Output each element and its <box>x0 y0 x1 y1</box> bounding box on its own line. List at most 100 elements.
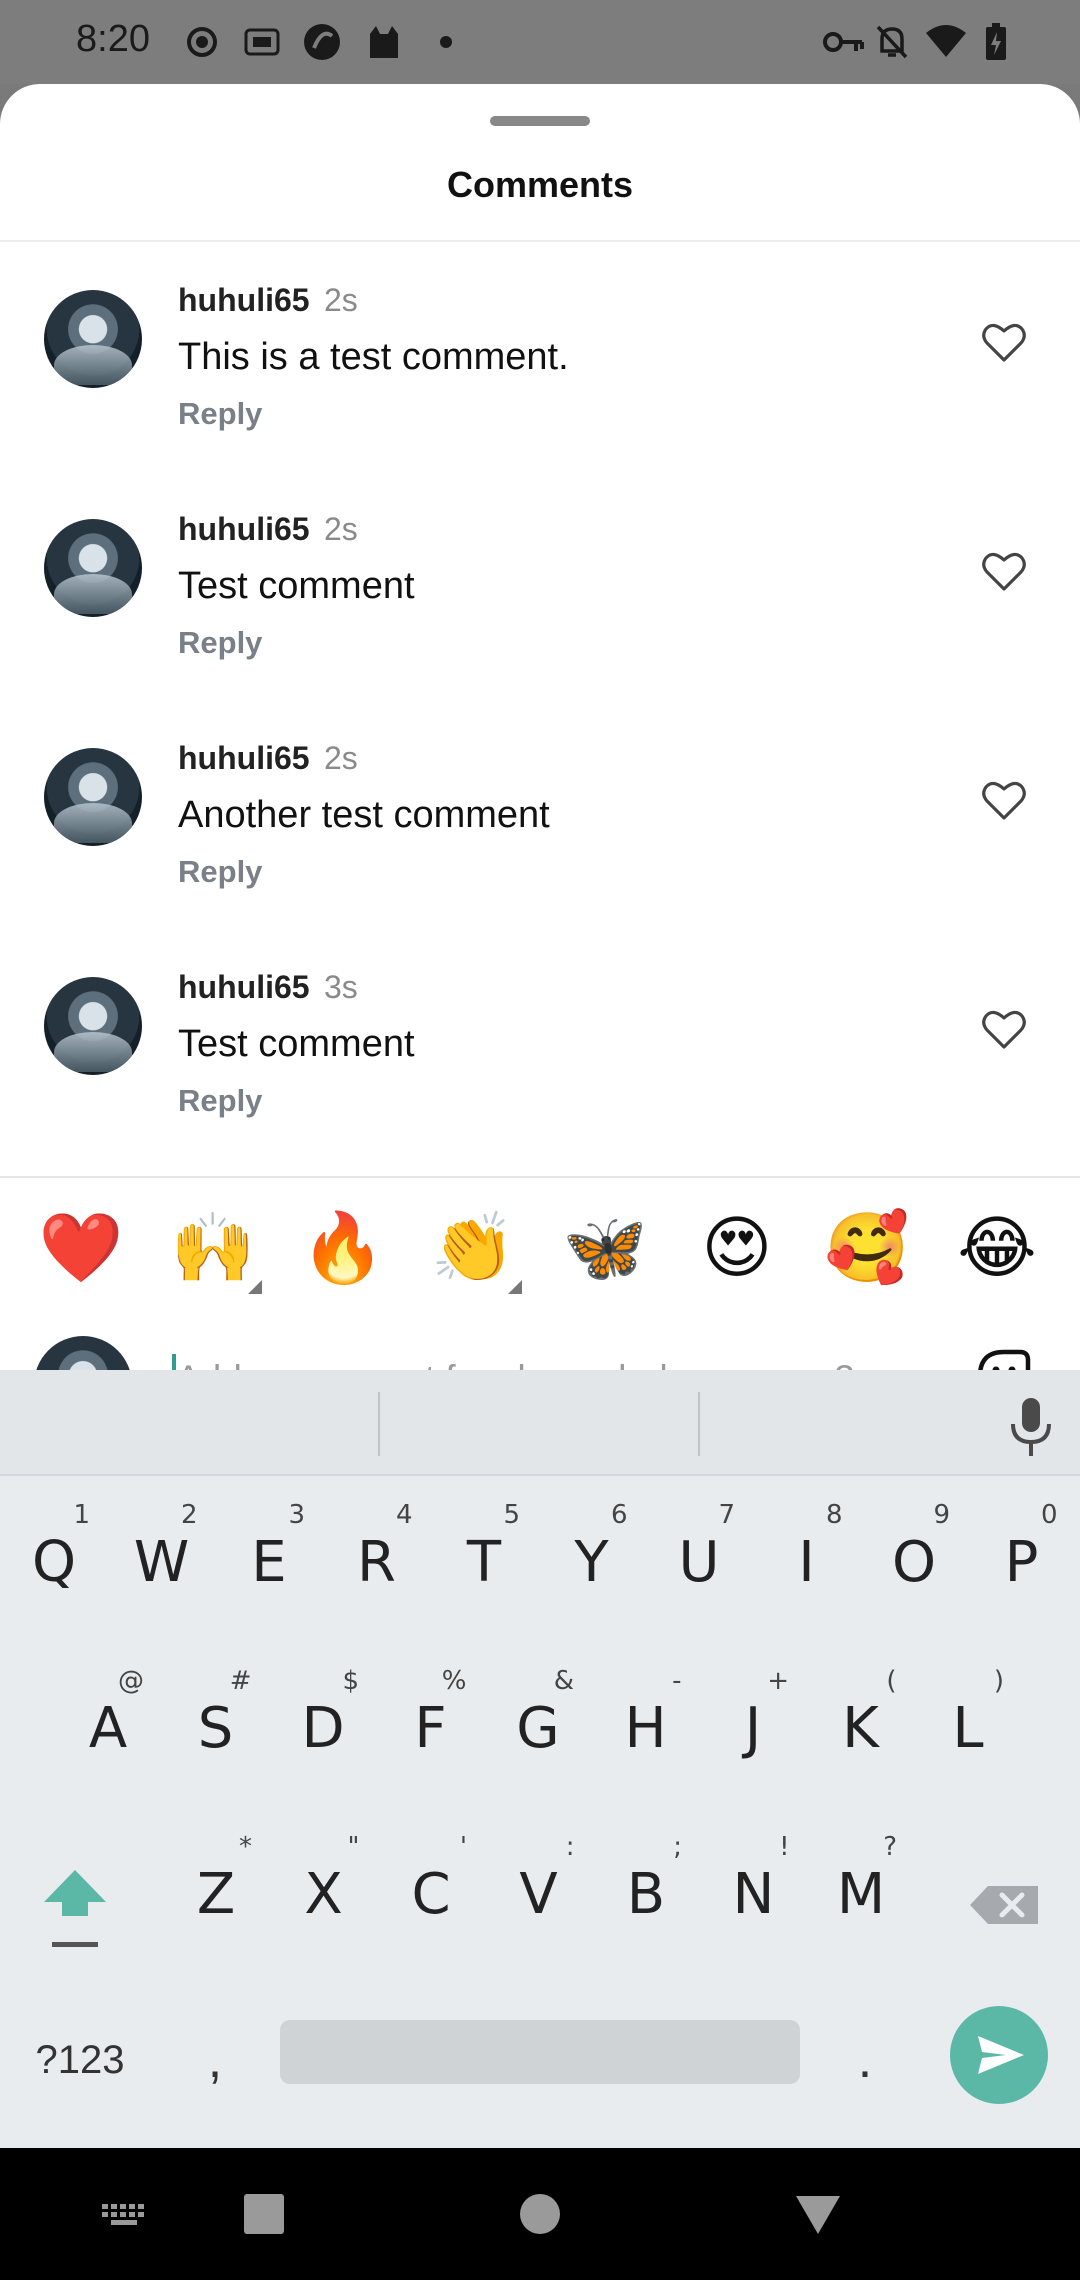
key-letter: L <box>952 1696 984 1761</box>
key-s[interactable]: S # <box>166 1654 266 1774</box>
heart-outline-icon[interactable] <box>980 1005 1028 1053</box>
key-a[interactable]: A @ <box>58 1654 158 1774</box>
key-o[interactable]: O9 <box>864 1488 964 1608</box>
commenter-avatar[interactable] <box>44 519 142 617</box>
key-hint: - <box>672 1666 682 1696</box>
emoji-fire-button[interactable]: 🔥 <box>298 1204 388 1294</box>
period-key[interactable]: . <box>835 2010 895 2110</box>
key-hint: 5 <box>503 1500 520 1530</box>
key-b[interactable]: B; <box>596 1820 696 1940</box>
key-c[interactable]: C ' <box>381 1820 481 1940</box>
battery-charging-icon <box>976 22 1016 62</box>
sticker-icon[interactable] <box>970 1342 1038 1370</box>
shift-icon[interactable] <box>30 1850 120 1970</box>
emoji-heart-eyes-button[interactable]: 😍 <box>692 1204 782 1294</box>
key-t[interactable]: T5 <box>434 1488 534 1608</box>
key-i[interactable]: I8 <box>757 1488 857 1608</box>
backspace-icon[interactable] <box>966 1860 1044 1950</box>
key-e[interactable]: E3 <box>219 1488 319 1608</box>
key-hint: 3 <box>288 1500 305 1530</box>
key-z[interactable]: Z * <box>166 1820 266 1940</box>
key-letter: R <box>357 1530 396 1595</box>
emoji-butterfly-button[interactable]: 🦋 <box>560 1204 650 1294</box>
comma-key[interactable]: , <box>185 2010 245 2110</box>
symbols-key[interactable]: ?123 <box>20 2010 140 2110</box>
send-button[interactable] <box>950 2006 1048 2104</box>
comment-username[interactable]: huhuli65 <box>178 511 310 548</box>
recents-icon[interactable] <box>232 2182 296 2246</box>
comment-username[interactable]: huhuli65 <box>178 740 310 777</box>
key-y[interactable]: Y6 <box>542 1488 642 1608</box>
skin-tone-indicator-icon <box>248 1280 262 1294</box>
more-notifications-dot-icon <box>426 22 466 62</box>
reply-button[interactable]: Reply <box>178 396 262 432</box>
key-k[interactable]: K( <box>811 1654 911 1774</box>
key-u[interactable]: U7 <box>649 1488 749 1608</box>
comment-item: huhuli65 2s Test comment Reply <box>0 473 1080 701</box>
key-letter: V <box>519 1862 558 1927</box>
key-letter: B <box>626 1862 666 1927</box>
soft-keyboard: Q1W2E3R4T5Y6U7I8O9P0 A @ S # D $ F% G & H - J + K(L) … <box>0 1370 1080 2148</box>
key-hint: + <box>767 1666 789 1696</box>
wifi-icon <box>922 22 970 62</box>
key-d[interactable]: D $ <box>273 1654 373 1774</box>
key-hint: 0 <box>1040 1500 1058 1530</box>
key-hint: ; <box>673 1832 682 1862</box>
commenter-avatar[interactable] <box>44 977 142 1075</box>
key-v[interactable]: V: <box>489 1820 589 1940</box>
emoji-smiling-hearts-button[interactable]: 🥰 <box>822 1204 912 1294</box>
key-x[interactable]: X " <box>274 1820 374 1940</box>
emoji-heart-button[interactable]: ❤️ <box>36 1204 126 1294</box>
commenter-avatar[interactable] <box>44 748 142 846</box>
comment-username[interactable]: huhuli65 <box>178 282 310 319</box>
reply-button[interactable]: Reply <box>178 625 262 661</box>
key-hint: ? <box>883 1832 897 1862</box>
key-h[interactable]: H- <box>596 1654 696 1774</box>
key-letter: I <box>798 1530 815 1595</box>
key-letter: Y <box>574 1530 609 1595</box>
comment-list[interactable]: huhuli65 2s This is a test comment. Repl… <box>0 244 1080 1180</box>
comment-timestamp: 2s <box>324 740 358 776</box>
key-hint: ) <box>993 1666 1004 1696</box>
key-hint: & <box>553 1666 574 1696</box>
microphone-icon[interactable] <box>1006 1396 1056 1458</box>
comment-input[interactable] <box>170 1346 920 1370</box>
space-bar[interactable] <box>280 2020 800 2084</box>
comment-username[interactable]: huhuli65 <box>178 969 310 1006</box>
emoji-tears-of-joy-button[interactable]: 😂 <box>952 1204 1042 1294</box>
key-j[interactable]: J + <box>703 1654 803 1774</box>
key-w[interactable]: W2 <box>112 1488 212 1608</box>
key-f[interactable]: F% <box>381 1654 481 1774</box>
key-letter: T <box>466 1530 502 1595</box>
heart-outline-icon[interactable] <box>980 547 1028 595</box>
comment-item: huhuli65 2s This is a test comment. Repl… <box>0 244 1080 472</box>
skin-tone-indicator-icon <box>508 1280 522 1294</box>
key-m[interactable]: M? <box>811 1820 911 1940</box>
key-q[interactable]: Q1 <box>4 1488 104 1608</box>
key-hint: 2 <box>180 1500 198 1530</box>
key-letter: N <box>732 1862 775 1927</box>
divider <box>0 1176 1080 1178</box>
sheet-drag-handle[interactable] <box>490 116 590 126</box>
back-collapse-icon[interactable] <box>786 2182 850 2246</box>
emoji-clapping-button[interactable]: 👏 <box>428 1204 518 1294</box>
comment-text: This is a test comment. <box>178 336 569 378</box>
comment-text: Test comment <box>178 1023 415 1065</box>
key-r[interactable]: R4 <box>327 1488 427 1608</box>
key-p[interactable]: P0 <box>972 1488 1072 1608</box>
reply-button[interactable]: Reply <box>178 854 262 890</box>
heart-outline-icon[interactable] <box>980 776 1028 824</box>
vpn-key-icon <box>822 22 866 62</box>
key-g[interactable]: G & <box>488 1654 588 1774</box>
key-hint: 8 <box>825 1500 843 1530</box>
keyboard-switch-icon[interactable] <box>92 2182 156 2246</box>
home-icon[interactable] <box>508 2182 572 2246</box>
key-l[interactable]: L) <box>918 1654 1018 1774</box>
commenter-avatar[interactable] <box>44 290 142 388</box>
key-n[interactable]: N! <box>704 1820 804 1940</box>
notifications-off-icon <box>872 22 912 62</box>
reply-button[interactable]: Reply <box>178 1083 262 1119</box>
heart-outline-icon[interactable] <box>980 318 1028 366</box>
emoji-raised-hands-button[interactable]: 🙌 <box>168 1204 258 1294</box>
key-hint: 1 <box>73 1500 90 1530</box>
